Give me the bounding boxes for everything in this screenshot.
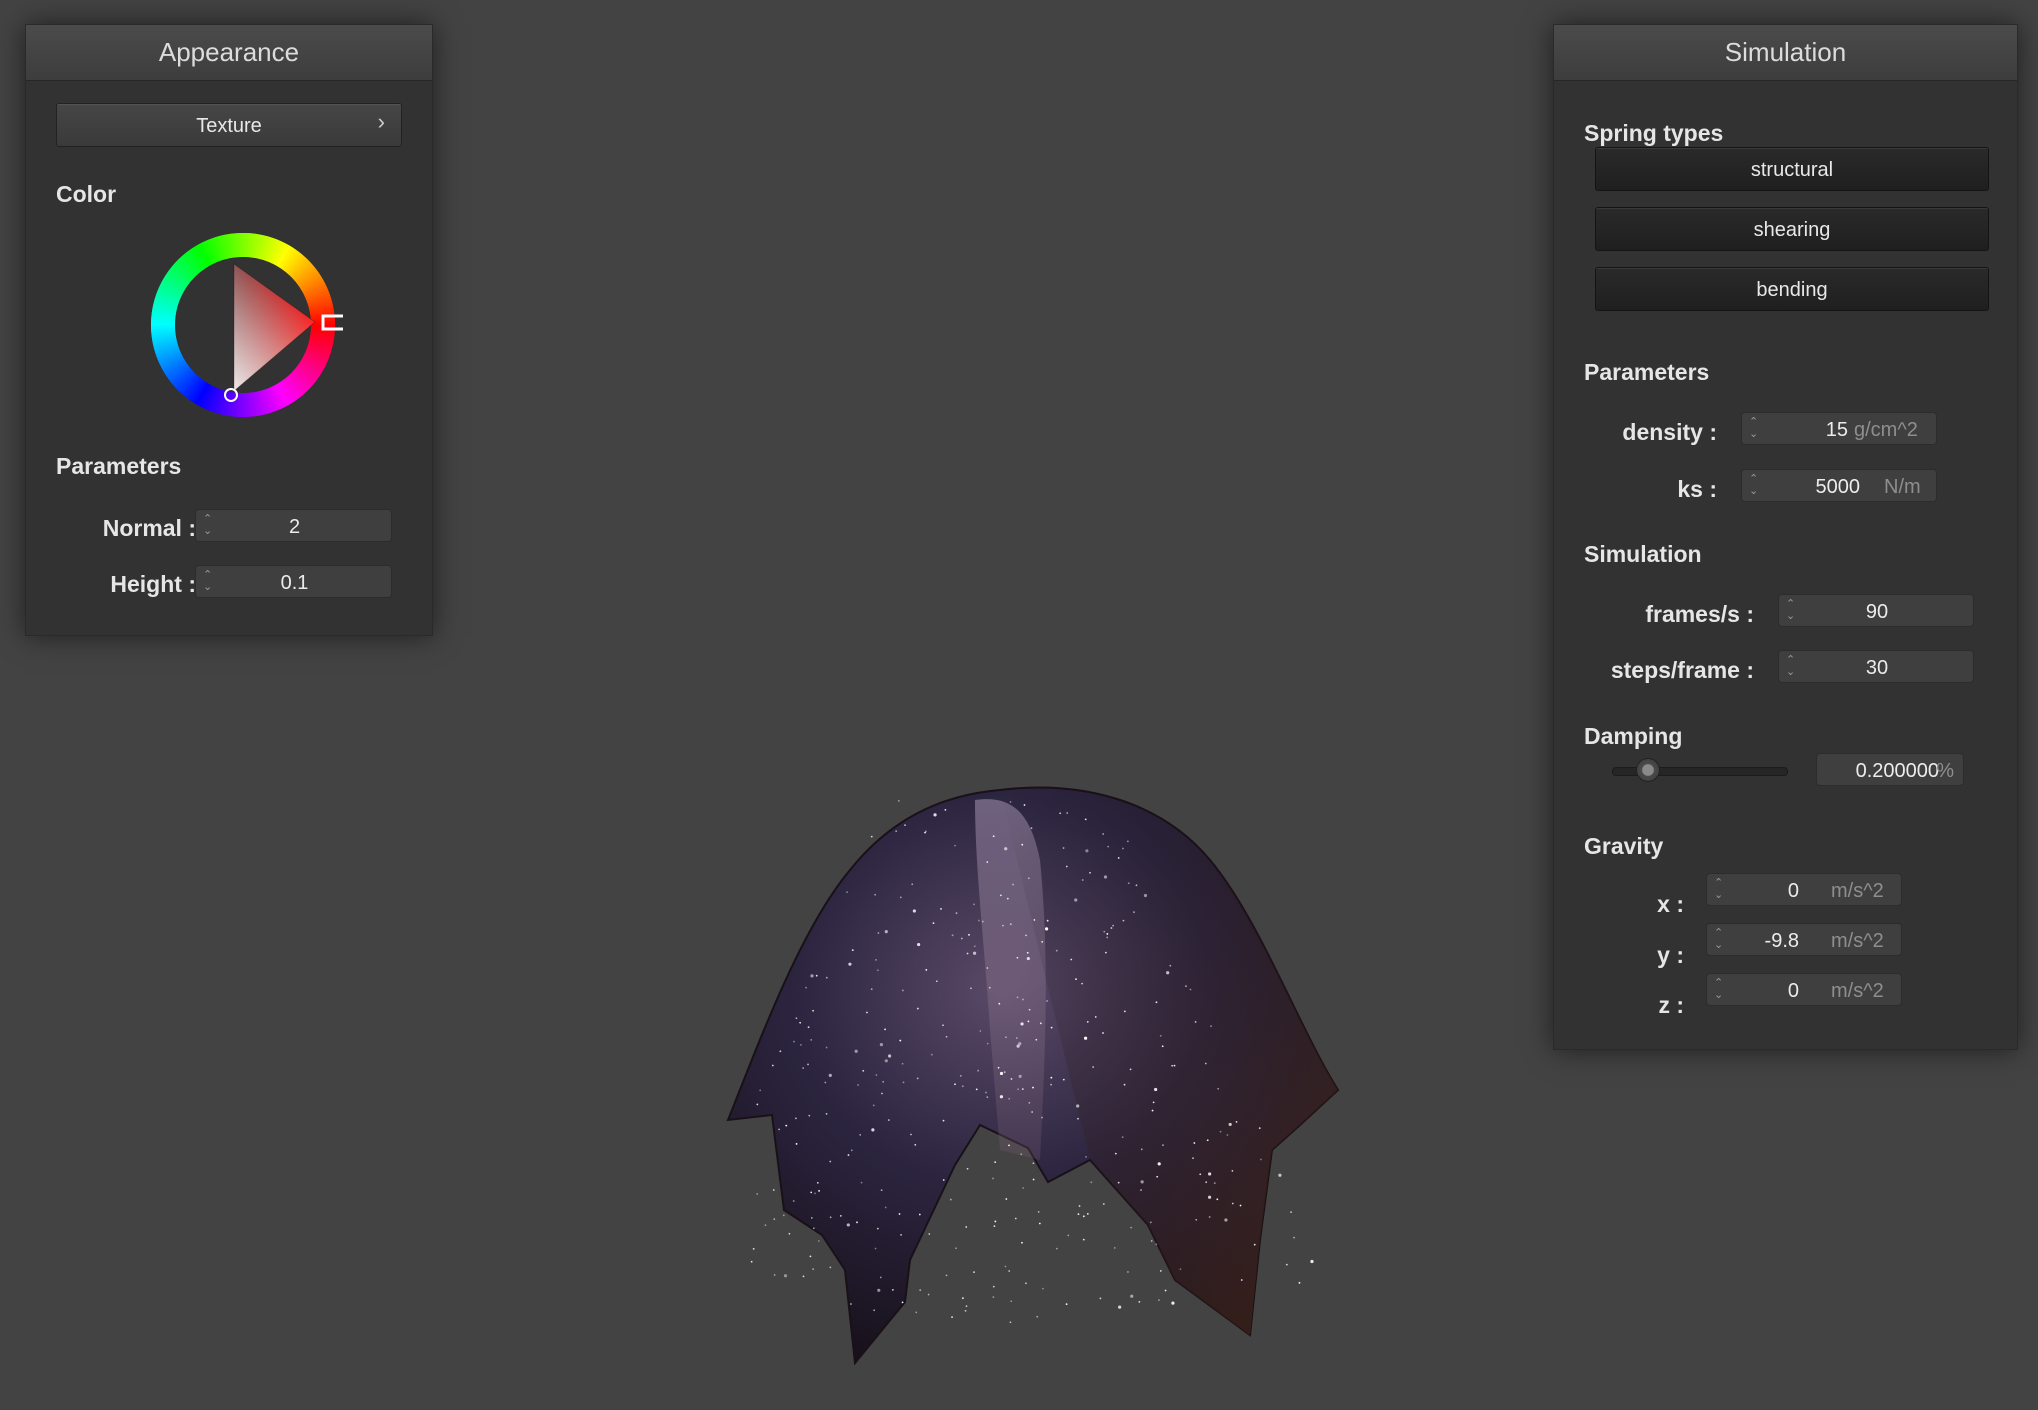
ks-label: ks :: [1677, 476, 1717, 502]
frames-per-s-spinbox[interactable]: ⌃ ⌄ 90: [1778, 594, 1974, 627]
spring-types-label: Spring types: [1584, 120, 1724, 146]
spinner-arrows-icon[interactable]: ⌃ ⌄: [1749, 473, 1761, 497]
simulation-title: Simulation: [1554, 25, 2017, 81]
frames-per-s-label: frames/s :: [1645, 601, 1754, 627]
steps-per-frame-spinbox[interactable]: ⌃ ⌄ 30: [1778, 650, 1974, 683]
density-spinbox[interactable]: ⌃ ⌄ 15 g/cm^2: [1741, 412, 1937, 445]
height-label: Height :: [110, 571, 196, 597]
appearance-parameters-label: Parameters: [56, 453, 182, 479]
spinner-arrows-icon[interactable]: ⌃ ⌄: [1749, 416, 1761, 440]
gravity-z-value: 0: [1787, 980, 1799, 1002]
density-label: density :: [1622, 419, 1717, 445]
damping-unit: %: [1936, 760, 1954, 782]
spring-structural-button[interactable]: structural: [1595, 147, 1989, 191]
damping-label: Damping: [1584, 723, 1683, 749]
ks-unit: N/m: [1884, 476, 1921, 498]
gravity-y-value: -9.8: [1764, 930, 1799, 952]
spring-shearing-button[interactable]: shearing: [1595, 207, 1989, 251]
gravity-x-unit: m/s^2: [1831, 880, 1884, 902]
ks-value: 5000: [1815, 476, 1861, 498]
density-value: 15: [1825, 419, 1848, 441]
damping-slider-handle[interactable]: [1636, 758, 1661, 782]
gravity-z-unit: m/s^2: [1831, 980, 1884, 1002]
gravity-y-unit: m/s^2: [1831, 930, 1884, 952]
color-label: Color: [56, 181, 117, 207]
gravity-z-spinbox[interactable]: ⌃ ⌄ 0 m/s^2: [1706, 973, 1902, 1006]
gravity-label: Gravity: [1584, 833, 1664, 859]
appearance-panel: Appearance Texture › Color Parameters No…: [25, 24, 433, 636]
gravity-x-value: 0: [1787, 880, 1799, 902]
height-spinbox[interactable]: ⌃ ⌄ 0.1: [195, 565, 392, 598]
density-unit: g/cm^2: [1854, 419, 1918, 441]
gravity-y-label: y :: [1657, 942, 1684, 968]
steps-per-frame-value: 30: [1865, 657, 1889, 679]
damping-slider[interactable]: [1612, 758, 1788, 782]
sim-simulation-label: Simulation: [1584, 541, 1702, 567]
gravity-x-spinbox[interactable]: ⌃ ⌄ 0 m/s^2: [1706, 873, 1902, 906]
appearance-title: Appearance: [26, 25, 432, 81]
damping-value: 0.200000: [1855, 760, 1939, 782]
gravity-x-label: x :: [1657, 891, 1684, 917]
sim-parameters-label: Parameters: [1584, 359, 1710, 385]
spinner-arrows-icon[interactable]: ⌃ ⌄: [1714, 977, 1726, 1001]
gravity-z-label: z :: [1658, 992, 1684, 1018]
damping-value-box[interactable]: 0.200000 %: [1816, 753, 1964, 786]
height-value: 0.1: [280, 572, 309, 594]
normal-label: Normal :: [102, 515, 196, 541]
spinner-arrows-icon[interactable]: ⌃ ⌄: [1714, 877, 1726, 901]
texture-button[interactable]: Texture ›: [56, 103, 402, 147]
ks-spinbox[interactable]: ⌃ ⌄ 5000 N/m: [1741, 469, 1937, 502]
simulation-panel: Simulation Spring types structural shear…: [1553, 24, 2018, 1050]
texture-button-label: Texture: [196, 115, 262, 137]
steps-per-frame-label: steps/frame :: [1610, 657, 1754, 683]
color-wheel[interactable]: [143, 225, 343, 425]
normal-spinbox[interactable]: ⌃ ⌄ 2: [195, 509, 392, 542]
chevron-right-icon: ›: [377, 109, 385, 134]
spring-bending-button[interactable]: bending: [1595, 267, 1989, 311]
gravity-y-spinbox[interactable]: ⌃ ⌄ -9.8 m/s^2: [1706, 923, 1902, 956]
spinner-arrows-icon[interactable]: ⌃ ⌄: [1714, 927, 1726, 951]
normal-value: 2: [288, 516, 301, 538]
frames-per-s-value: 90: [1865, 601, 1889, 623]
